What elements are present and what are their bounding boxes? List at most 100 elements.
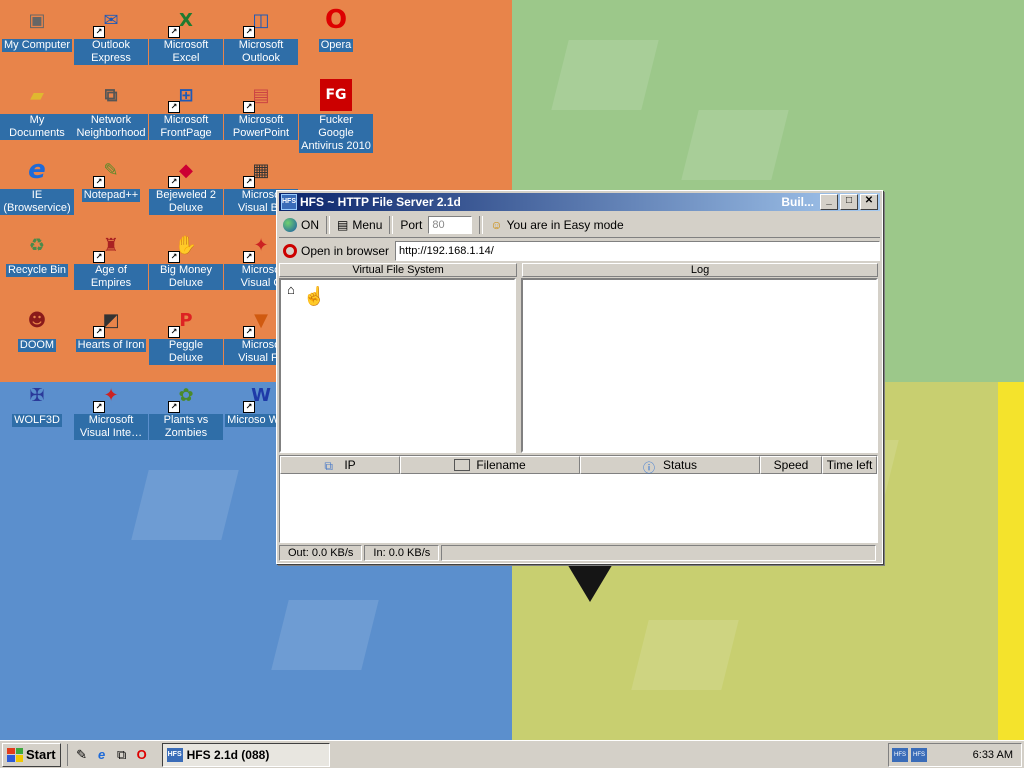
desktop-icon-outlook-express[interactable]: ✉ ↗ Outlook Express [74,4,148,65]
desktop-icon-antivirus[interactable]: FG Fucker Google Antivirus 2010 [299,79,373,153]
tray-hfs-icon[interactable]: HFS [892,747,908,762]
column-speed-label: Speed [773,458,809,472]
column-speed[interactable]: Speed [760,456,822,474]
mode-button[interactable]: ☺ You are in Easy mode [486,215,627,235]
clock[interactable]: 6:33 AM [973,749,1013,761]
port-group: Port [396,215,476,235]
windows-logo-icon [7,747,23,762]
open-in-browser-label: Open in browser [301,244,390,258]
wallpaper-shadow [566,562,614,602]
big-money-icon: ✋ ↗ [168,229,202,263]
desktop-icon-powerpoint[interactable]: ▤ ↗ Microsoft PowerPoint [224,79,298,140]
ie-icon[interactable]: e [94,747,110,763]
system-tray: HFS HFS 6:33 AM [888,742,1022,767]
notepad-icon: ✎ ↗ [93,154,127,188]
desktop-icon-notepad[interactable]: ✎ ↗ Notepad++ [74,154,148,202]
desktop-icon-label: Age of Empires [74,264,148,290]
doom-icon: ☻ [27,309,47,331]
desktop-icon-label: Microsoft Excel [149,39,223,65]
recycle-bin-icon: ♻ [28,234,46,256]
server-on-button[interactable]: ON [279,215,323,235]
desktop-icon-outlook[interactable]: ◫ ↗ Microsoft Outlook [224,4,298,65]
show-desktop-icon[interactable]: ✎ [74,747,90,763]
desktop-icon-label: Microsoft Visual Inte… [74,414,148,440]
powerpoint-icon: ▤ ↗ [243,79,277,113]
vfs-tree[interactable]: ⌂ ☝ [279,278,516,453]
desktop-icon-bejeweled[interactable]: ◆ ↗ Bejeweled 2 Deluxe [149,154,223,215]
wallpaper-tile [551,40,659,110]
column-ip-label: IP [344,458,356,472]
desktop-icon-label: Plants vs Zombies [149,414,223,440]
desktop-icon-age-of-empires[interactable]: ♜ ↗ Age of Empires [74,229,148,290]
home-folder-icon[interactable]: ⌂ [287,282,295,297]
desktop-icon-ie[interactable]: e IE (Browservice) [0,154,74,215]
status-in: In: 0.0 KB/s [364,545,440,561]
desktop-icon-peggle[interactable]: P ↗ Peggle Deluxe [149,304,223,365]
network-icon: ⧉ [324,459,333,473]
desktop-icon-label: Opera [318,39,354,52]
desktop-icon-my-computer[interactable]: ▣ My Computer [0,4,74,52]
taskbar-hfs-button[interactable]: HFS HFS 2.1d (088) [161,742,330,767]
url-field[interactable] [395,241,880,261]
opera-icon[interactable]: O [134,747,150,763]
menu-label: Menu [352,218,383,232]
hfs-window[interactable]: HFS HFS ~ HTTP File Server 2.1d Buil... … [276,190,883,564]
desktop-icon-my-documents[interactable]: ▰ My Documents [0,79,74,140]
desktop-icon-network[interactable]: ⧉ Network Neighborhood [74,79,148,140]
desktop-icon-label: Microsoft FrontPage [149,114,223,140]
ie-icon: e [28,155,46,185]
wallpaper-strip [998,382,1024,740]
title-bar[interactable]: HFS HFS ~ HTTP File Server 2.1d Buil... … [279,193,880,211]
desktop-icon-recycle-bin[interactable]: ♻ Recycle Bin [0,229,74,277]
close-button[interactable]: ✕ [860,194,878,210]
toolbar-separator [389,216,394,234]
desktop-icon-wolf3d[interactable]: ✠ WOLF3D [0,379,74,427]
desktop-icon-label: Microsoft Outlook [224,39,298,65]
opera-icon: O [324,5,348,35]
opera-icon [283,244,297,258]
desktop-icon-visual-interdev[interactable]: ✦ ↗ Microsoft Visual Inte… [74,379,148,440]
desktop-icon-plants-vs-zombies[interactable]: ✿ ↗ Plants vs Zombies [149,379,223,440]
desktop-icon-doom[interactable]: ☻ DOOM [0,304,74,352]
minimize-button[interactable]: _ [820,194,838,210]
column-status[interactable]: ⓘ Status [580,456,760,475]
panel-headers: Virtual File System Log [279,263,878,277]
log-pane[interactable] [521,278,878,453]
tray-hfs-icon[interactable]: HFS [911,747,927,762]
desktop-icon-big-money[interactable]: ✋ ↗ Big Money Deluxe [149,229,223,290]
open-in-browser-button[interactable]: Open in browser [279,241,389,261]
desktop-icon-label: Peggle Deluxe [149,339,223,365]
connections-list[interactable]: ⧉ IP Filename ⓘ Status Speed Time left [279,455,878,543]
desktop-icon-excel[interactable]: X ↗ Microsoft Excel [149,4,223,65]
globe-icon [283,218,297,232]
desktop-icon-frontpage[interactable]: ⊞ ↗ Microsoft FrontPage [149,79,223,140]
desktop-icon-hearts-of-iron[interactable]: ◩ ↗ Hearts of Iron [74,304,148,352]
start-button[interactable]: Start [2,742,61,767]
network-icon[interactable]: ⧉ [114,747,130,763]
status-bar: Out: 0.0 KB/s In: 0.0 KB/s [279,545,878,561]
maximize-button[interactable]: □ [840,194,858,210]
toolbar: ON ▤ Menu Port ☺ You are in Easy mode [279,213,880,238]
hearts-of-iron-icon: ◩ ↗ [93,304,127,338]
column-filename[interactable]: Filename [400,456,580,474]
word-icon: W ↗ [243,379,277,413]
desktop-icon-label: Outlook Express [74,39,148,65]
desktop-icon-label: Fucker Google Antivirus 2010 [299,114,373,153]
log-header: Log [522,263,878,277]
bejeweled-icon: ◆ ↗ [168,154,202,188]
port-label: Port [400,218,423,232]
users-icon: ☺ [490,218,503,232]
visual-interdev-icon: ✦ ↗ [93,379,127,413]
column-time-left[interactable]: Time left [822,456,877,474]
build-label: Buil... [781,195,814,209]
port-field[interactable] [428,216,473,234]
hfs-app-icon: HFS [281,194,297,210]
visual-basic-icon: ▦ ↗ [243,154,277,188]
desktop-icon-opera[interactable]: O Opera [299,4,373,52]
column-status-label: Status [662,458,698,472]
info-icon: ⓘ [642,461,655,475]
column-ip[interactable]: ⧉ IP [280,456,400,474]
frontpage-icon: ⊞ ↗ [168,79,202,113]
menu-button[interactable]: ▤ Menu [333,215,386,235]
desktop-icon-label: Microsoft PowerPoint [224,114,298,140]
